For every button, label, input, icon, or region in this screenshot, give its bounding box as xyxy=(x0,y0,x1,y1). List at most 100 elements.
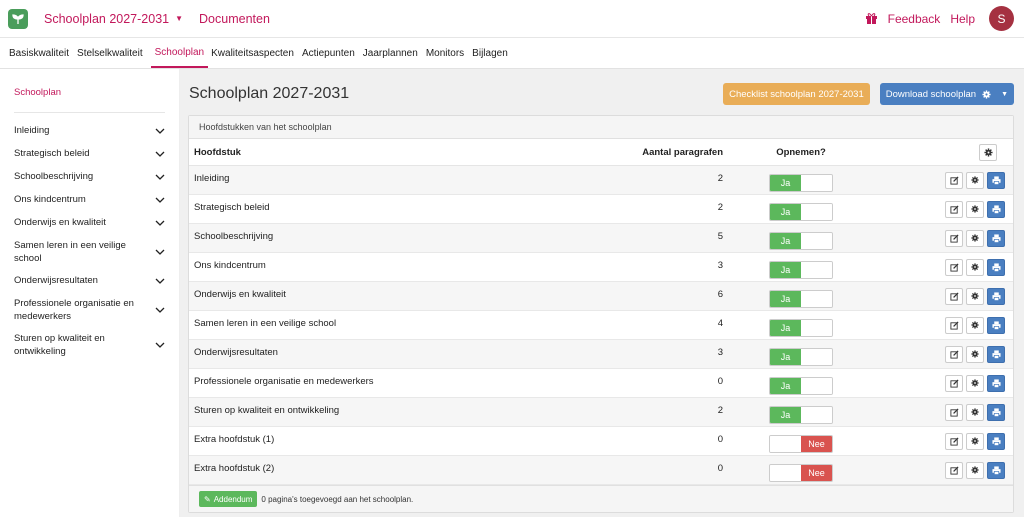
include-toggle[interactable]: Ja xyxy=(769,232,833,250)
tab-monitors[interactable]: Monitors xyxy=(426,38,469,68)
chapters-panel: Hoofdstukken van het schoolplan Hoofdstu… xyxy=(188,115,1014,513)
gift-icon[interactable] xyxy=(864,11,880,27)
include-toggle[interactable]: Nee xyxy=(769,464,833,482)
include-toggle[interactable]: Ja xyxy=(769,203,833,221)
table-row: Sturen op kwaliteit en ontwikkeling 2 Ja xyxy=(189,398,1013,427)
edit-icon[interactable] xyxy=(945,171,963,189)
checklist-button[interactable]: Checklist schoolplan 2027-2031 xyxy=(723,83,870,105)
print-icon[interactable] xyxy=(987,345,1005,363)
include-toggle[interactable]: Nee xyxy=(769,435,833,453)
include-toggle[interactable]: Ja xyxy=(769,377,833,395)
sidebar-item-label: Strategisch beleid xyxy=(14,148,90,159)
tab-stelselkwaliteit[interactable]: Stelselkwaliteit xyxy=(77,38,148,68)
tab-kwaliteitsaspecten[interactable]: Kwaliteitsaspecten xyxy=(211,38,299,68)
sidebar-item[interactable]: Onderwijsresultaten xyxy=(14,269,165,292)
sidebar-item-label: Schoolbeschrijving xyxy=(14,171,94,182)
gear-icon[interactable] xyxy=(966,229,984,247)
gear-icon[interactable] xyxy=(966,432,984,450)
gear-icon[interactable] xyxy=(966,345,984,363)
gear-icon[interactable] xyxy=(966,200,984,218)
toggle-off-side xyxy=(801,233,832,249)
toggle-off-side xyxy=(801,349,832,365)
tab-basiskwaliteit[interactable]: Basiskwaliteit xyxy=(9,38,74,68)
download-button[interactable]: Download schoolplan ▼ xyxy=(879,83,1014,105)
toggle-off-side xyxy=(770,465,801,481)
print-icon[interactable] xyxy=(987,316,1005,334)
chevron-down-icon xyxy=(155,149,165,159)
table-row: Professionele organisatie en medewerkers… xyxy=(189,369,1013,398)
print-icon[interactable] xyxy=(987,171,1005,189)
sidebar-item[interactable]: Inleiding xyxy=(14,119,165,142)
app-logo[interactable] xyxy=(8,8,28,29)
sidebar-title[interactable]: Schoolplan xyxy=(14,77,165,113)
toggle-yes: Ja xyxy=(770,204,801,220)
chapter-name: Extra hoofdstuk (1) xyxy=(194,434,275,445)
addendum-button-label: Addendum xyxy=(213,494,253,504)
print-icon[interactable] xyxy=(987,200,1005,218)
edit-icon[interactable] xyxy=(945,374,963,392)
paragraph-count: 6 xyxy=(717,289,723,300)
print-icon[interactable] xyxy=(987,287,1005,305)
gear-icon[interactable] xyxy=(966,461,984,479)
feedback-link[interactable]: Feedback xyxy=(888,12,941,26)
include-toggle[interactable]: Ja xyxy=(769,319,833,337)
table-header: Hoofdstuk Aantal paragrafen Opnemen? xyxy=(189,139,1013,166)
edit-icon[interactable] xyxy=(945,316,963,334)
edit-icon[interactable] xyxy=(945,287,963,305)
table-row: Inleiding 2 Ja xyxy=(189,166,1013,195)
user-avatar[interactable]: S xyxy=(989,6,1014,31)
include-toggle[interactable]: Ja xyxy=(769,406,833,424)
edit-icon[interactable] xyxy=(945,403,963,421)
print-icon[interactable] xyxy=(987,229,1005,247)
sidebar-item[interactable]: Samen leren in een veilige school xyxy=(14,234,165,269)
help-link[interactable]: Help xyxy=(950,12,975,26)
toggle-no: Nee xyxy=(801,436,832,452)
tab-schoolplan[interactable]: Schoolplan xyxy=(150,38,209,68)
sidebar: Schoolplan Inleiding Strategisch beleid Sc… xyxy=(0,69,180,517)
gear-icon[interactable] xyxy=(966,316,984,334)
print-icon[interactable] xyxy=(987,258,1005,276)
panel-footer: ✎ Addendum 0 pagina's toegevoegd aan het… xyxy=(189,485,1013,512)
gear-icon[interactable] xyxy=(966,171,984,189)
sidebar-item[interactable]: Schoolbeschrijving xyxy=(14,165,165,188)
include-toggle[interactable]: Ja xyxy=(769,261,833,279)
gear-icon[interactable] xyxy=(966,374,984,392)
gear-icon[interactable] xyxy=(966,258,984,276)
addendum-button[interactable]: ✎ Addendum xyxy=(199,491,258,507)
chapter-name: Professionele organisatie en medewerkers xyxy=(194,376,374,387)
edit-icon[interactable] xyxy=(945,229,963,247)
edit-icon[interactable] xyxy=(945,258,963,276)
sidebar-item[interactable]: Onderwijs en kwaliteit xyxy=(14,211,165,234)
edit-icon[interactable] xyxy=(945,200,963,218)
include-toggle[interactable]: Ja xyxy=(769,174,833,192)
sidebar-item-label: Onderwijsresultaten xyxy=(14,275,98,286)
gear-icon[interactable] xyxy=(966,403,984,421)
settings-gear-icon[interactable] xyxy=(979,143,997,161)
sidebar-item[interactable]: Strategisch beleid xyxy=(14,142,165,165)
gear-icon[interactable] xyxy=(966,287,984,305)
edit-icon[interactable] xyxy=(945,432,963,450)
print-icon[interactable] xyxy=(987,403,1005,421)
print-icon[interactable] xyxy=(987,461,1005,479)
edit-icon[interactable] xyxy=(945,461,963,479)
tab-jaarplannen[interactable]: Jaarplannen xyxy=(363,38,423,68)
caret-down-icon: ▼ xyxy=(1001,90,1008,98)
plan-selector[interactable]: Schoolplan 2027-2031 ▼ xyxy=(44,12,183,26)
sidebar-item[interactable]: Professionele organisatie en medewerkers xyxy=(14,292,165,327)
chapter-name: Onderwijs en kwaliteit xyxy=(194,289,286,300)
chapter-name: Inleiding xyxy=(194,173,230,184)
tab-actiepunten[interactable]: Actiepunten xyxy=(302,38,360,68)
sidebar-item-label: Inleiding xyxy=(14,125,50,136)
print-icon[interactable] xyxy=(987,432,1005,450)
toggle-no: Nee xyxy=(801,465,832,481)
include-toggle[interactable]: Ja xyxy=(769,348,833,366)
chevron-down-icon xyxy=(155,247,165,257)
sidebar-item[interactable]: Ons kindcentrum xyxy=(14,188,165,211)
edit-icon[interactable] xyxy=(945,345,963,363)
sidebar-item[interactable]: Sturen op kwaliteit en ontwikkeling xyxy=(14,327,165,362)
sidebar-item-label: Ons kindcentrum xyxy=(14,194,86,205)
print-icon[interactable] xyxy=(987,374,1005,392)
documents-link[interactable]: Documenten xyxy=(199,12,270,26)
include-toggle[interactable]: Ja xyxy=(769,290,833,308)
tab-bijlagen[interactable]: Bijlagen xyxy=(472,38,513,68)
